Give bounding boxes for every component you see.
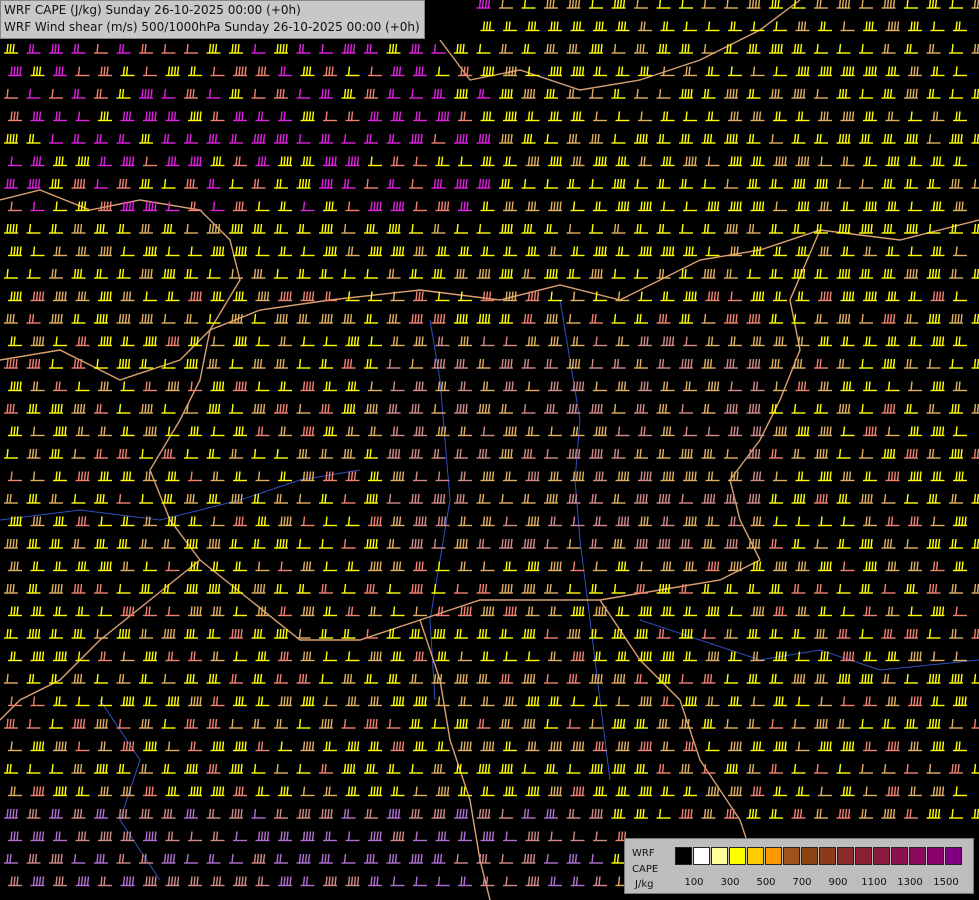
legend-swatch	[783, 847, 800, 865]
legend-swatch	[693, 847, 710, 865]
legend-swatch	[909, 847, 926, 865]
legend-tick: 1300	[897, 877, 923, 888]
legend-swatch	[891, 847, 908, 865]
legend-swatch	[873, 847, 890, 865]
legend-swatch	[819, 847, 836, 865]
legend-tick: 500	[756, 877, 776, 888]
legend-tick: 1500	[933, 877, 959, 888]
legend-swatch	[927, 847, 944, 865]
legend-swatch	[855, 847, 872, 865]
legend-label-unit: J/kg	[635, 879, 654, 890]
map-title-box: WRF CAPE (J/kg) Sunday 26-10-2025 00:00 …	[0, 0, 425, 39]
cape-legend: WRF CAPE J/kg 100 300 500 700 900 1100 1300 150…	[624, 838, 974, 894]
legend-swatch	[945, 847, 962, 865]
legend-swatch	[801, 847, 818, 865]
legend-swatch	[711, 847, 728, 865]
legend-tick: 100	[684, 877, 704, 888]
legend-tick: 900	[828, 877, 848, 888]
legend-label-cape: CAPE	[632, 864, 659, 875]
legend-label-wrf: WRF	[632, 848, 655, 859]
legend-swatch	[675, 847, 692, 865]
legend-swatch	[747, 847, 764, 865]
legend-swatch	[765, 847, 782, 865]
legend-tick: 1100	[861, 877, 887, 888]
legend-tick: 300	[720, 877, 740, 888]
legend-swatch	[729, 847, 746, 865]
wind-shear-map	[0, 0, 979, 900]
cape-title: WRF CAPE (J/kg) Sunday 26-10-2025 00:00 …	[4, 3, 301, 17]
legend-swatch	[837, 847, 854, 865]
legend-tick: 700	[792, 877, 812, 888]
shear-title: WRF Wind shear (m/s) 500/1000hPa Sunday …	[4, 20, 420, 34]
